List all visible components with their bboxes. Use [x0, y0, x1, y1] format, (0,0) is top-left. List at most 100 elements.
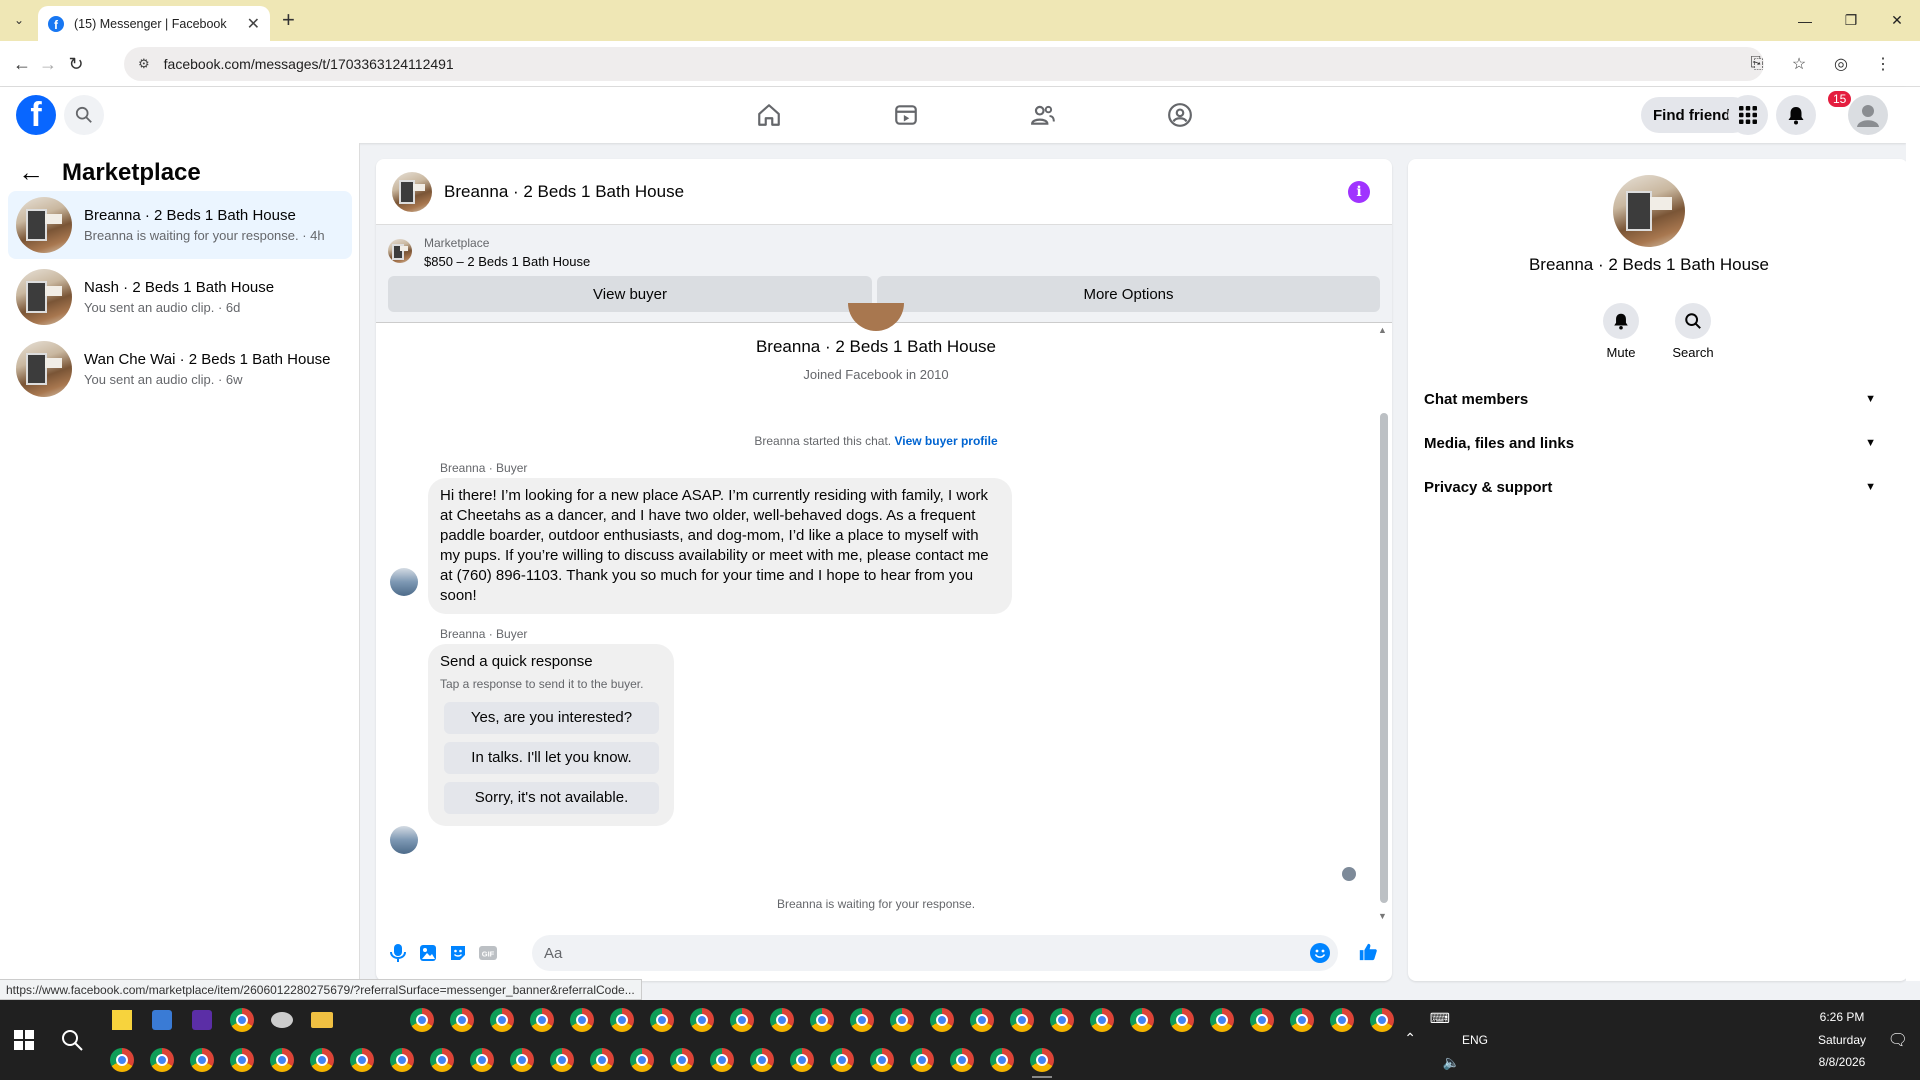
chrome-window-icon[interactable] — [922, 1002, 962, 1038]
app-icon[interactable] — [182, 1002, 222, 1038]
account-avatar[interactable] — [1848, 95, 1888, 135]
browser-tab[interactable]: f (15) Messenger | Facebook ✕ — [38, 6, 270, 41]
buyer-avatar[interactable] — [390, 568, 418, 596]
install-app-icon[interactable]: ⎘ — [1740, 47, 1774, 81]
quick-response-not-available-button[interactable]: Sorry, it's not available. — [444, 782, 659, 814]
view-buyer-button[interactable]: View buyer — [388, 276, 872, 312]
search-icon[interactable] — [64, 95, 104, 135]
chrome-window-icon[interactable] — [1362, 1002, 1402, 1038]
chrome-window-icon[interactable] — [662, 1042, 702, 1078]
chrome-window-icon[interactable] — [342, 1042, 382, 1078]
chrome-window-icon[interactable] — [382, 1042, 422, 1078]
chrome-window-icon[interactable] — [1082, 1002, 1122, 1038]
file-explorer-icon[interactable] — [302, 1002, 342, 1038]
video-icon[interactable] — [837, 87, 974, 143]
browser-menu-icon[interactable]: ⋮ — [1866, 47, 1900, 81]
chrome-window-icon[interactable] — [262, 1042, 302, 1078]
scroll-down-icon[interactable]: ▼ — [1378, 911, 1387, 921]
scroll-up-icon[interactable]: ▲ — [1378, 325, 1387, 335]
home-icon[interactable] — [700, 87, 837, 143]
chrome-window-icon[interactable] — [942, 1042, 982, 1078]
chrome-window-icon[interactable] — [542, 1042, 582, 1078]
listing-price-title[interactable]: $850 – 2 Beds 1 Bath House — [424, 254, 590, 269]
more-options-button[interactable]: More Options — [877, 276, 1380, 312]
chrome-window-icon[interactable] — [802, 1002, 842, 1038]
chrome-window-icon[interactable] — [822, 1042, 862, 1078]
scrollbar-thumb[interactable] — [1380, 413, 1388, 903]
close-tab-icon[interactable]: ✕ — [247, 14, 260, 34]
new-tab-icon[interactable]: + — [282, 8, 295, 32]
chrome-window-icon[interactable] — [1322, 1002, 1362, 1038]
media-files-links-section[interactable]: Media, files and links ▼ — [1424, 425, 1876, 461]
chrome-window-icon[interactable] — [762, 1002, 802, 1038]
page-scrollbar[interactable] — [1906, 87, 1920, 981]
language-indicator[interactable]: ENG — [1462, 1033, 1488, 1047]
chrome-window-icon[interactable] — [222, 1042, 262, 1078]
windows-start-icon[interactable] — [14, 1030, 34, 1050]
info-icon[interactable]: i — [1348, 181, 1370, 203]
friends-icon[interactable] — [974, 87, 1111, 143]
chrome-window-icon[interactable] — [302, 1042, 342, 1078]
chrome-window-icon[interactable] — [602, 1002, 642, 1038]
chrome-window-icon[interactable] — [642, 1002, 682, 1038]
facebook-logo-icon[interactable]: f — [16, 95, 56, 135]
microphone-icon[interactable] — [388, 943, 408, 963]
quick-response-in-talks-button[interactable]: In talks. I'll let you know. — [444, 742, 659, 774]
search-icon[interactable] — [1675, 303, 1711, 339]
chrome-window-icon[interactable] — [562, 1002, 602, 1038]
chrome-window-icon[interactable] — [722, 1002, 762, 1038]
chrome-window-icon[interactable] — [882, 1002, 922, 1038]
search-action[interactable]: Search — [1663, 303, 1723, 360]
tray-chevron-icon[interactable]: ⌃ — [1404, 1030, 1416, 1047]
chrome-window-icon[interactable] — [842, 1002, 882, 1038]
sticky-notes-icon[interactable] — [102, 1002, 142, 1038]
chrome-window-icon[interactable] — [742, 1042, 782, 1078]
chat-item[interactable]: Breanna · 2 Beds 1 Bath House Breanna is… — [8, 191, 352, 259]
chrome-window-icon[interactable] — [962, 1002, 1002, 1038]
groups-icon[interactable] — [1111, 87, 1248, 143]
bookmark-star-icon[interactable]: ☆ — [1782, 47, 1816, 81]
site-info-icon[interactable]: ⚙ — [138, 56, 150, 72]
chrome-window-icon[interactable] — [522, 1002, 562, 1038]
message-scrollbar[interactable]: ▲ ▼ — [1376, 323, 1392, 923]
chrome-window-icon[interactable] — [902, 1042, 942, 1078]
chrome-window-icon[interactable] — [622, 1042, 662, 1078]
attach-photo-icon[interactable] — [418, 943, 438, 963]
network-icon[interactable]: ⌨ — [1430, 1010, 1450, 1027]
chrome-window-icon[interactable] — [1242, 1002, 1282, 1038]
chrome-window-icon[interactable] — [702, 1042, 742, 1078]
app-icon[interactable] — [262, 1002, 302, 1038]
gif-icon[interactable]: GIF — [478, 943, 498, 963]
address-bar[interactable]: ⚙ facebook.com/messages/t/17033631241124… — [124, 47, 1764, 81]
view-buyer-profile-link[interactable]: View buyer profile — [894, 434, 997, 448]
conversation-avatar[interactable] — [392, 171, 432, 212]
chrome-window-icon[interactable] — [442, 1002, 482, 1038]
chrome-window-icon[interactable] — [982, 1042, 1022, 1078]
chrome-window-icon[interactable] — [782, 1042, 822, 1078]
chat-item[interactable]: Wan Che Wai · 2 Beds 1 Bath House You se… — [8, 335, 352, 403]
forward-arrow-icon[interactable]: → — [36, 52, 60, 76]
mute-action[interactable]: Mute — [1591, 303, 1651, 360]
quick-response-yes-button[interactable]: Yes, are you interested? — [444, 702, 659, 734]
notification-center-icon[interactable]: 🗨 — [1888, 1030, 1908, 1050]
minimize-icon[interactable]: — — [1782, 0, 1828, 41]
reload-icon[interactable]: ↻ — [64, 52, 88, 76]
chrome-window-icon[interactable] — [462, 1042, 502, 1078]
notifications-bell-icon[interactable] — [1776, 95, 1816, 135]
chrome-window-icon[interactable] — [422, 1042, 462, 1078]
privacy-support-section[interactable]: Privacy & support ▼ — [1424, 469, 1876, 505]
profile-icon[interactable]: ◎ — [1824, 47, 1858, 81]
chat-item[interactable]: Nash · 2 Beds 1 Bath House You sent an a… — [8, 263, 352, 331]
chrome-window-icon[interactable] — [862, 1042, 902, 1078]
chrome-window-icon[interactable] — [1202, 1002, 1242, 1038]
thumbs-up-icon[interactable] — [1358, 942, 1378, 962]
sticker-icon[interactable] — [448, 943, 468, 963]
chrome-window-icon[interactable] — [102, 1042, 142, 1078]
chrome-window-icon[interactable] — [482, 1002, 522, 1038]
chat-members-section[interactable]: Chat members ▼ — [1424, 381, 1876, 417]
restore-icon[interactable]: ❐ — [1828, 0, 1874, 41]
chrome-window-icon[interactable] — [1002, 1002, 1042, 1038]
chrome-window-icon[interactable] — [582, 1042, 622, 1078]
chrome-window-icon[interactable] — [1022, 1042, 1062, 1078]
tab-search-chevron-icon[interactable]: ⌄ — [6, 8, 32, 32]
